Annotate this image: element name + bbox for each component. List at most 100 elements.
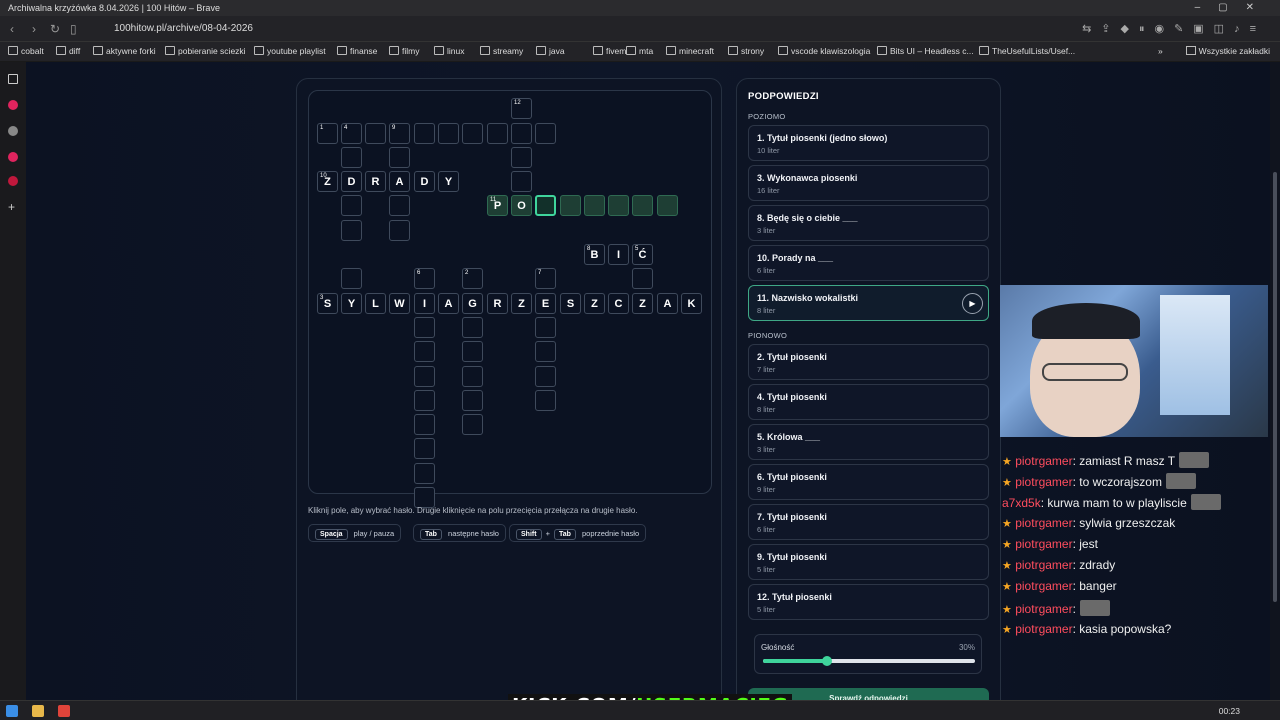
crossword-cell[interactable] [414,414,435,435]
chat-username[interactable]: piotrgamer [1015,558,1072,572]
explorer-icon[interactable] [32,705,44,717]
scrollbar[interactable] [1270,62,1280,700]
crossword-cell[interactable]: 9 [389,123,410,144]
crossword-cell[interactable] [341,220,362,241]
crossword-cell[interactable]: Y [438,171,459,192]
crossword-cell[interactable] [365,123,386,144]
bookmark-item[interactable]: pobieranie sciezki [165,46,246,56]
all-bookmarks-button[interactable]: Wszystkie zakładki [1185,46,1270,56]
bookmark-item[interactable]: youtube playlist [254,46,326,56]
play-icon[interactable]: ▶ [962,293,983,314]
crossword-cell[interactable] [414,317,435,338]
chat-username[interactable]: piotrgamer [1015,516,1072,530]
bookmark-item[interactable]: minecraft [666,46,714,56]
crossword-cell[interactable]: L [365,293,386,314]
crossword-cell[interactable] [511,123,532,144]
bookmark-item[interactable]: finanse [337,46,377,56]
crossword-cell[interactable] [389,147,410,168]
bookmark-item[interactable]: java [536,46,565,56]
clue-item[interactable]: 1. Tytuł piosenki (jedno słowo) 10 liter [748,125,989,161]
bookmark-item[interactable]: streamy [480,46,523,56]
volume-knob[interactable] [821,656,832,666]
crossword-cell[interactable]: 7 [535,268,556,289]
sidebar-app-icon[interactable] [8,100,18,110]
crossword-cell[interactable]: S [560,293,581,314]
crossword-cell[interactable] [511,147,532,168]
crossword-cell[interactable] [535,366,556,387]
bookmark-item[interactable]: vscode klawiszologia [778,46,870,56]
crossword-cell[interactable] [462,317,483,338]
crossword-cell[interactable]: Z [511,293,532,314]
bookmarks-more-button[interactable]: » [1158,46,1163,56]
clue-item[interactable]: 6. Tytuł piosenki 9 liter [748,464,989,500]
crossword-cell[interactable]: 1 [317,123,338,144]
crossword-cell[interactable]: R [365,171,386,192]
clue-item[interactable]: 4. Tytuł piosenki 8 liter [748,384,989,420]
sidebar-panel-icon[interactable] [8,74,18,84]
crossword-cell[interactable] [608,195,629,216]
crossword-cell[interactable]: 3S [317,293,338,314]
crossword-cell[interactable] [414,390,435,411]
chat-username[interactable]: piotrgamer [1015,579,1072,593]
reload-icon[interactable]: ↻ [50,22,60,36]
sidebar-app-icon[interactable] [8,152,18,162]
crossword-cell[interactable]: Z [584,293,605,314]
crossword-cell[interactable] [511,171,532,192]
crossword-cell[interactable] [632,268,653,289]
bookmark-item[interactable]: aktywne forki [93,46,156,56]
crossword-cell[interactable]: D [341,171,362,192]
chat-username[interactable]: piotrgamer [1015,537,1072,551]
crossword-cell[interactable] [414,341,435,362]
bookmark-item[interactable]: linux [434,46,464,56]
crossword-cell[interactable] [462,341,483,362]
clue-item[interactable]: 3. Wykonawca piosenki 16 liter [748,165,989,201]
browser-toolbar-icons[interactable]: ⇆⇪◆⏸◉✎▣◫♪≡ [1082,22,1266,36]
chat-username[interactable]: a7xd5k [1002,496,1041,510]
crossword-cell[interactable] [535,123,556,144]
crossword-cell[interactable]: I [608,244,629,265]
crossword-cell[interactable]: W [389,293,410,314]
bookmark-item[interactable]: cobalt [8,46,44,56]
crossword-cell[interactable]: 12 [511,98,532,119]
bookmark-item[interactable]: diff [56,46,80,56]
crossword-cell[interactable] [462,366,483,387]
bookmark-item[interactable]: mta [626,46,653,56]
crossword-cell[interactable]: A [389,171,410,192]
crossword-cell[interactable] [414,438,435,459]
crossword-cell[interactable] [462,390,483,411]
crossword-cell[interactable]: R [487,293,508,314]
crossword-cell[interactable]: Y [341,293,362,314]
crossword-cell[interactable] [414,487,435,508]
start-icon[interactable] [6,705,18,717]
clue-item[interactable]: 11. Nazwisko wokalistki 8 liter ▶ [748,285,989,321]
bookmark-item[interactable]: TheUsefulLists/Usef... [979,46,1075,56]
chat-username[interactable]: piotrgamer [1015,475,1072,489]
bookmark-icon[interactable]: ▯ [70,22,77,36]
clue-item[interactable]: 10. Porady na ___ 6 liter [748,245,989,281]
sidebar-app-icon[interactable] [8,176,18,186]
crossword-cell[interactable] [584,195,605,216]
crossword-cell[interactable] [414,123,435,144]
crossword-cell[interactable] [341,195,362,216]
crossword-cell[interactable] [389,220,410,241]
crossword-cell[interactable]: K [681,293,702,314]
crossword-cell[interactable] [535,317,556,338]
bookmark-item[interactable]: fivem [593,46,626,56]
clue-item[interactable]: 2. Tytuł piosenki 7 liter [748,344,989,380]
sidebar-add-icon[interactable]: + [8,201,18,213]
crossword-cell[interactable]: G [462,293,483,314]
crossword-cell[interactable]: 8B [584,244,605,265]
crossword-cell[interactable]: 10 Z [317,171,338,192]
chat-username[interactable]: piotrgamer [1015,602,1072,616]
bookmark-item[interactable]: filmy [389,46,419,56]
forward-icon[interactable]: › [32,22,36,36]
chat-username[interactable]: piotrgamer [1015,454,1072,468]
crossword-cell[interactable]: 4 [341,123,362,144]
crossword-cell[interactable] [560,195,581,216]
crossword-cell[interactable]: O [511,195,532,216]
bookmark-item[interactable]: strony [728,46,764,56]
volume-slider[interactable] [763,656,975,666]
crossword-cell[interactable] [535,390,556,411]
clue-item[interactable]: 8. Będę się o ciebie ___ 3 liter [748,205,989,241]
crossword-cell[interactable]: D [414,171,435,192]
